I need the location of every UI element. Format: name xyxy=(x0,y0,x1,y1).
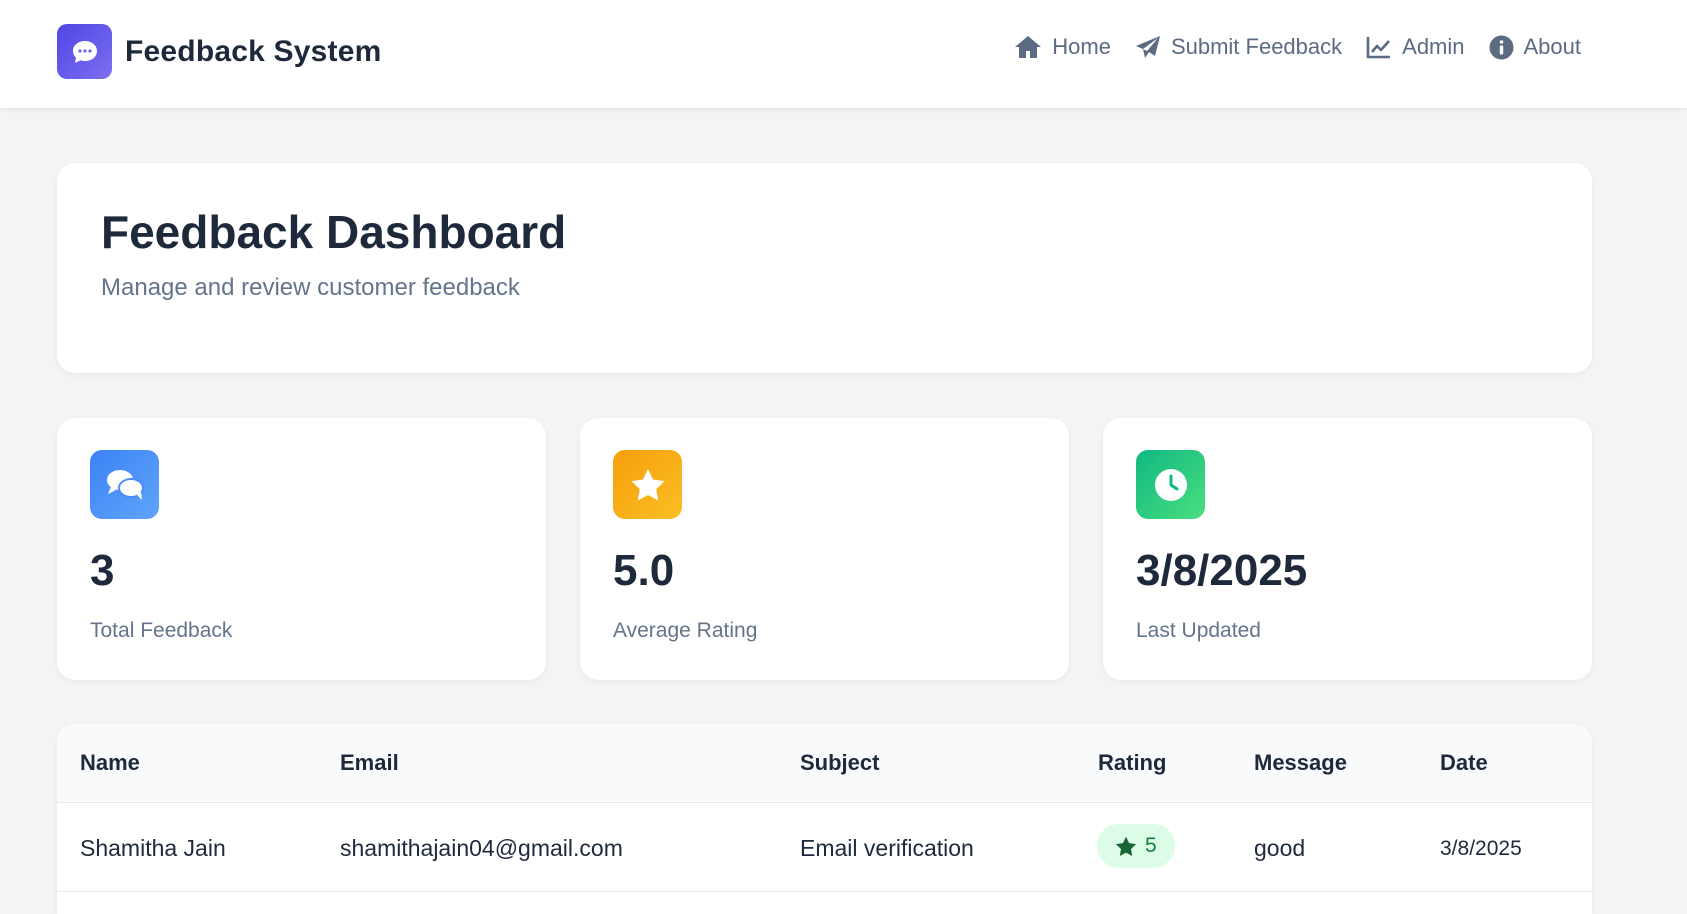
table-row[interactable]: Shamitha Jain shamithajain04@gmail.com E… xyxy=(57,803,1592,892)
stat-value-average-rating: 5.0 xyxy=(613,546,675,595)
comments-icon xyxy=(90,450,159,519)
chat-bubble-icon xyxy=(57,24,112,79)
clock-icon xyxy=(1136,450,1205,519)
stat-value-total-feedback: 3 xyxy=(90,546,115,595)
table-header: Name Email Subject Rating Message Date xyxy=(57,724,1592,803)
nav-admin-label: Admin xyxy=(1402,34,1465,59)
line-chart-icon xyxy=(1366,37,1391,59)
rating-value: 5 xyxy=(1145,834,1157,857)
stat-label-average-rating: Average Rating xyxy=(613,619,758,642)
info-icon xyxy=(1489,35,1513,59)
nav-submit-feedback-label: Submit Feedback xyxy=(1170,34,1343,59)
column-header-date[interactable]: Date xyxy=(1440,750,1488,776)
nav-about-label: About xyxy=(1523,34,1582,59)
brand[interactable]: Feedback System xyxy=(57,24,381,79)
stat-card-average-rating: 5.0 Average Rating xyxy=(580,418,1069,680)
stat-label-last-updated: Last Updated xyxy=(1136,619,1261,642)
home-icon xyxy=(1015,36,1042,58)
nav-home[interactable]: Home xyxy=(1014,34,1111,60)
top-navbar: Feedback System Home Submit Feedback Adm… xyxy=(0,0,1687,108)
cell-date: 3/8/2025 xyxy=(1440,837,1522,860)
page-title: Feedback Dashboard xyxy=(101,206,567,258)
dashboard-header-card: Feedback Dashboard Manage and review cus… xyxy=(57,163,1592,373)
column-header-message[interactable]: Message xyxy=(1254,750,1347,776)
feedback-table: Name Email Subject Rating Message Date S… xyxy=(57,724,1592,914)
stat-card-total-feedback: 3 Total Feedback xyxy=(57,418,546,680)
nav-links: Home Submit Feedback Admin About xyxy=(990,34,1581,60)
cell-email: shamithajain04@gmail.com xyxy=(340,835,623,861)
brand-title: Feedback System xyxy=(125,34,382,68)
cell-name: Shamitha Jain xyxy=(80,835,226,861)
cell-message: good xyxy=(1254,835,1306,861)
rating-badge: 5 xyxy=(1097,824,1175,868)
stat-card-last-updated: 3/8/2025 Last Updated xyxy=(1103,418,1592,680)
star-icon xyxy=(613,450,682,519)
column-header-name[interactable]: Name xyxy=(80,750,140,776)
column-header-subject[interactable]: Subject xyxy=(800,750,879,776)
column-header-email[interactable]: Email xyxy=(340,750,399,776)
stat-label-total-feedback: Total Feedback xyxy=(90,619,233,642)
stat-value-last-updated: 3/8/2025 xyxy=(1136,546,1308,595)
star-icon xyxy=(1115,836,1137,856)
cell-subject: Email verification xyxy=(800,835,974,861)
nav-home-label: Home xyxy=(1052,34,1111,59)
page-subtitle: Manage and review customer feedback xyxy=(101,274,520,301)
nav-about[interactable]: About xyxy=(1489,34,1582,60)
paper-plane-icon xyxy=(1135,36,1160,58)
nav-admin[interactable]: Admin xyxy=(1366,34,1465,60)
column-header-rating[interactable]: Rating xyxy=(1098,750,1166,776)
nav-submit-feedback[interactable]: Submit Feedback xyxy=(1135,34,1342,60)
